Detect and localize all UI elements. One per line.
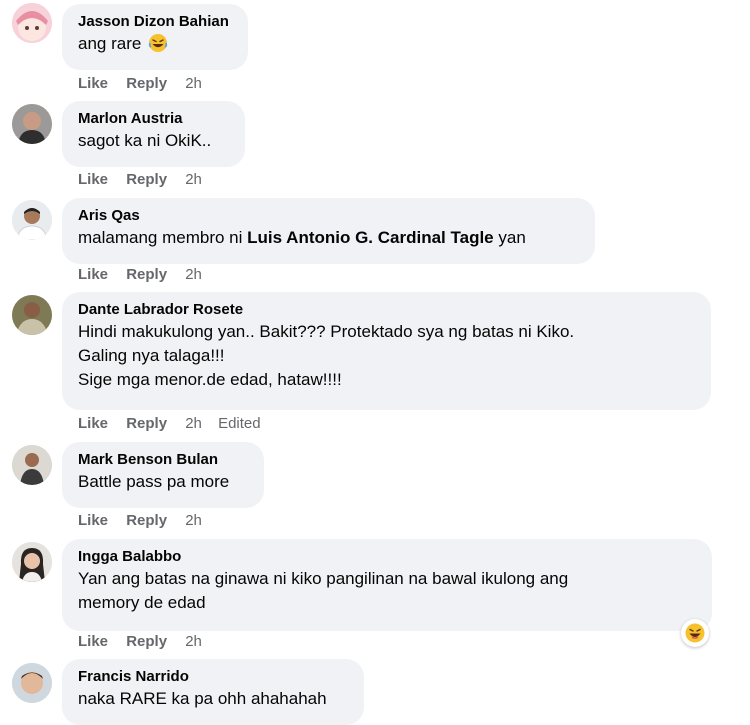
comment-text: memory de edad xyxy=(78,593,206,612)
avatar-image xyxy=(12,295,52,335)
haha-reaction-icon xyxy=(685,623,705,643)
reply-button[interactable]: Reply xyxy=(126,75,167,92)
like-button[interactable]: Like xyxy=(78,75,108,92)
reply-button[interactable]: Reply xyxy=(126,415,167,432)
comment-timestamp[interactable]: 2h xyxy=(185,633,202,650)
comment-author[interactable]: Dante Labrador Rosete xyxy=(78,300,699,320)
comment-text: malamang membro ni xyxy=(78,228,248,247)
like-button[interactable]: Like xyxy=(78,171,108,188)
comment-actions: Like Reply 2h xyxy=(78,266,214,284)
laughing-emoji-icon xyxy=(148,33,168,53)
comment-actions: Like Reply 2h xyxy=(78,171,214,189)
comment-author[interactable]: Francis Narrido xyxy=(78,667,352,687)
reply-button[interactable]: Reply xyxy=(126,266,167,283)
avatar-image xyxy=(12,445,52,485)
comment-author[interactable]: Marlon Austria xyxy=(78,109,233,129)
avatar-image xyxy=(12,3,52,43)
mention-link[interactable]: Luis Antonio G. Cardinal Tagle xyxy=(247,228,494,247)
like-button[interactable]: Like xyxy=(78,266,108,283)
avatar[interactable] xyxy=(12,542,52,582)
avatar-image xyxy=(12,542,52,582)
avatar-image xyxy=(12,200,52,240)
comment-bubble: Aris Qas malamang membro ni Luis Antonio… xyxy=(62,198,595,264)
avatar[interactable] xyxy=(12,104,52,144)
comment-timestamp[interactable]: 2h xyxy=(185,415,202,432)
comment-text: naka RARE ka pa ohh ahahahah xyxy=(78,689,327,708)
avatar[interactable] xyxy=(12,295,52,335)
comment-text: Galing nya talaga!!! xyxy=(78,346,225,365)
comment-timestamp[interactable]: 2h xyxy=(185,75,202,92)
comment-text: Sige mga menor.de edad, hataw!!!! xyxy=(78,370,342,389)
edited-label[interactable]: Edited xyxy=(218,415,261,432)
comment-text: Hindi makukulong yan.. Bakit??? Protekta… xyxy=(78,322,575,341)
comment-timestamp[interactable]: 2h xyxy=(185,171,202,188)
avatar[interactable] xyxy=(12,445,52,485)
like-button[interactable]: Like xyxy=(78,415,108,432)
reply-button[interactable]: Reply xyxy=(126,633,167,650)
comment-bubble: Jasson Dizon Bahian ang rare xyxy=(62,4,248,70)
reply-button[interactable]: Reply xyxy=(126,512,167,529)
comment-actions: Like Reply 2h xyxy=(78,512,214,530)
comment-actions: Like Reply 2h xyxy=(78,75,214,93)
avatar[interactable] xyxy=(12,663,52,703)
comment-bubble: Mark Benson Bulan Battle pass pa more xyxy=(62,442,264,508)
comment-author[interactable]: Jasson Dizon Bahian xyxy=(78,12,236,32)
avatar[interactable] xyxy=(12,200,52,240)
reply-button[interactable]: Reply xyxy=(126,171,167,188)
avatar-image xyxy=(12,104,52,144)
comment-bubble: Dante Labrador Rosete Hindi makukulong y… xyxy=(62,292,711,410)
comment-text: sagot ka ni OkiK.. xyxy=(78,131,212,150)
reaction-badge[interactable] xyxy=(681,619,709,647)
comment-actions: Like Reply 2h xyxy=(78,633,214,651)
comment-author[interactable]: Ingga Balabbo xyxy=(78,547,700,567)
comment-bubble: Ingga Balabbo Yan ang batas na ginawa ni… xyxy=(62,539,712,631)
comment-text: Yan ang batas na ginawa ni kiko pangilin… xyxy=(78,569,569,588)
like-button[interactable]: Like xyxy=(78,633,108,650)
comment-text: ang rare xyxy=(78,34,142,53)
comment-timestamp[interactable]: 2h xyxy=(185,512,202,529)
like-button[interactable]: Like xyxy=(78,512,108,529)
comment-author[interactable]: Aris Qas xyxy=(78,206,583,226)
comment-actions: Like Reply 2h Edited xyxy=(78,415,261,433)
avatar-image xyxy=(12,663,52,703)
comment-timestamp[interactable]: 2h xyxy=(185,266,202,283)
avatar[interactable] xyxy=(12,3,52,43)
comment-bubble: Marlon Austria sagot ka ni OkiK.. xyxy=(62,101,245,167)
comment-bubble: Francis Narrido naka RARE ka pa ohh ahah… xyxy=(62,659,364,725)
comment-text: yan xyxy=(493,228,526,247)
comment-text: Battle pass pa more xyxy=(78,472,230,491)
comment-author[interactable]: Mark Benson Bulan xyxy=(78,450,252,470)
